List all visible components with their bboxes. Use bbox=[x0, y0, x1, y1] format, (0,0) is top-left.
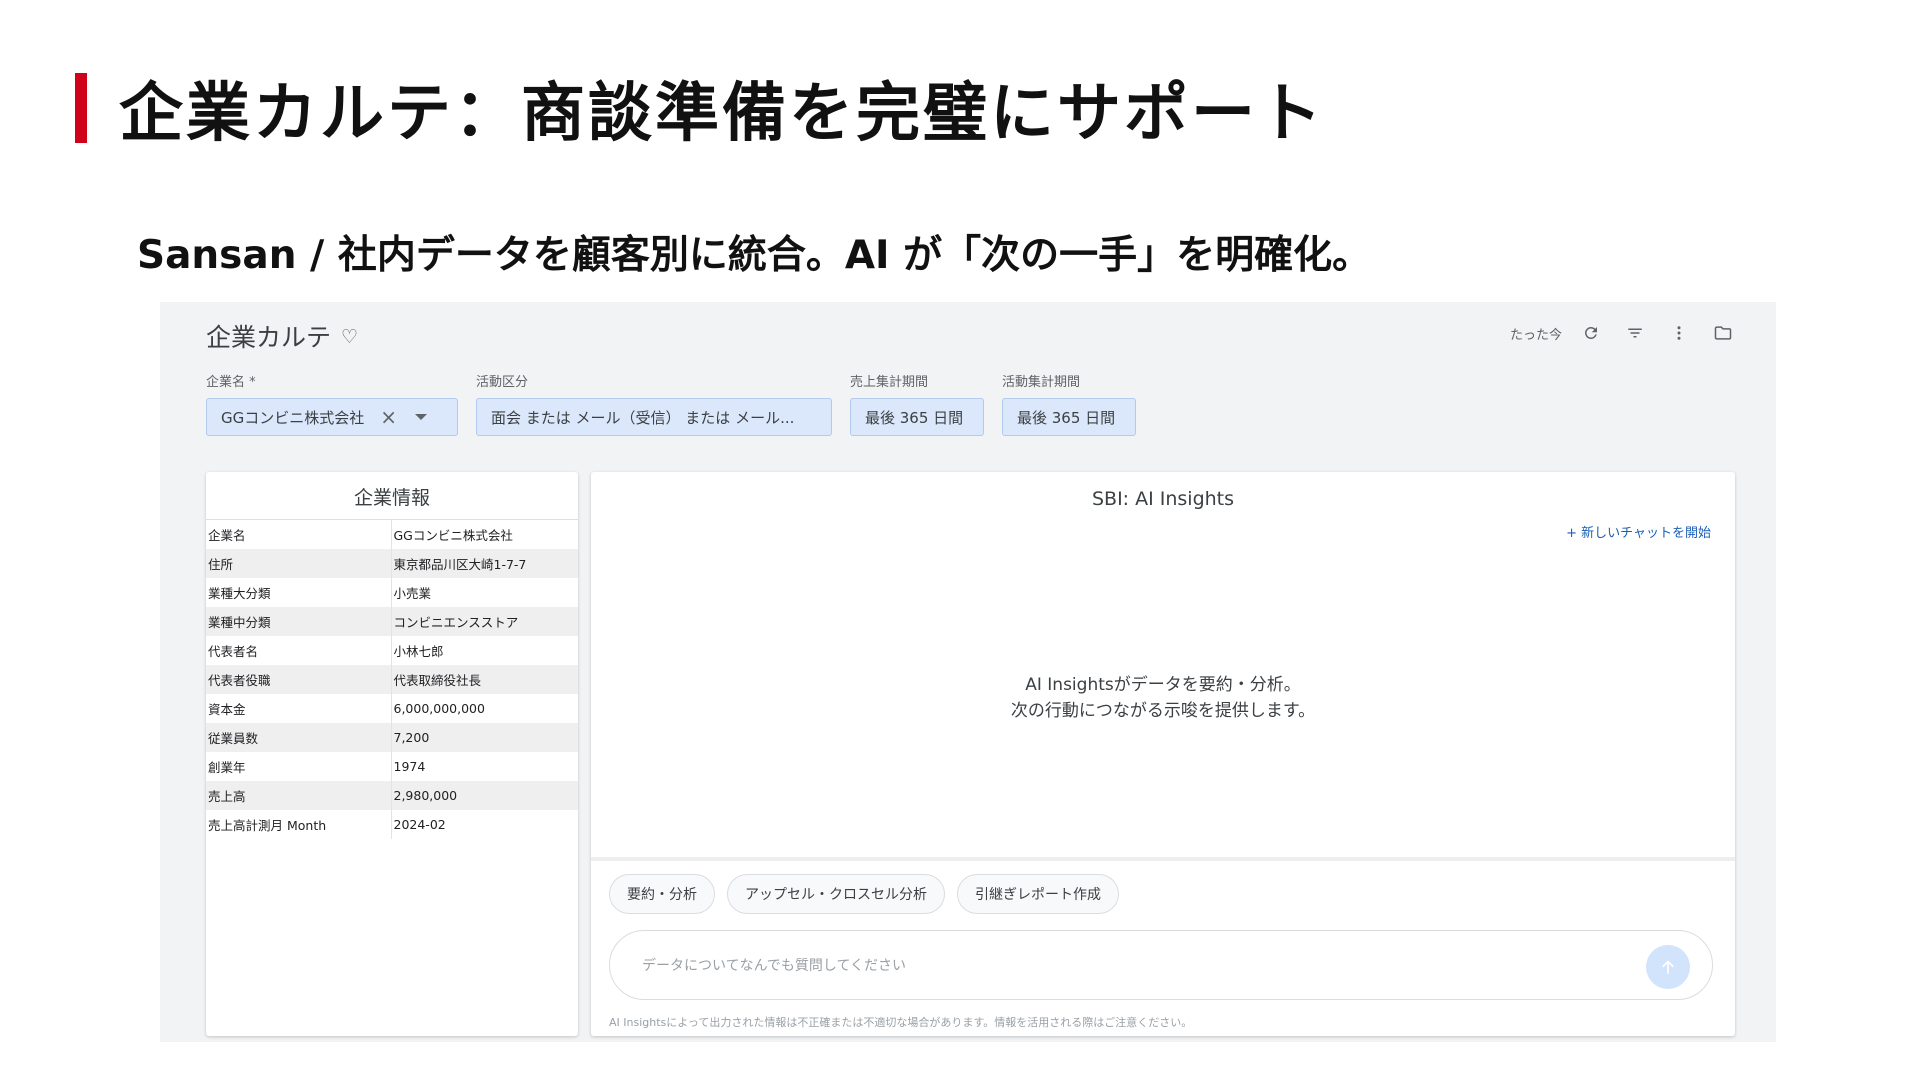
row-key: 従業員数 bbox=[206, 723, 392, 752]
sales-period-filter: 売上集計期間 最後 365 日間 bbox=[850, 375, 984, 436]
chip-upsell-crosssell[interactable]: アップセル・クロスセル分析 bbox=[727, 874, 945, 914]
row-key: 住所 bbox=[206, 549, 392, 578]
company-select-value: GGコンビニ株式会社 bbox=[221, 408, 365, 427]
dashboard-header: 企業カルテ ♡ bbox=[206, 318, 358, 354]
more-vert-icon[interactable] bbox=[1668, 322, 1690, 344]
table-row: 従業員数 7,200 bbox=[206, 723, 578, 752]
row-value: 小林七郎 bbox=[393, 644, 444, 659]
filter-icon[interactable] bbox=[1624, 322, 1646, 344]
activity-filter-label: 活動区分 bbox=[476, 375, 529, 390]
company-filter: 企業名 * GGコンビニ株式会社 × bbox=[206, 375, 458, 436]
company-select[interactable]: GGコンビニ株式会社 × bbox=[206, 398, 458, 436]
activity-select[interactable]: 面会 または メール（受信） または メール... bbox=[476, 398, 832, 436]
table-row: 売上高 2,980,000 bbox=[206, 781, 578, 810]
table-row: 企業名 GGコンビニ株式会社 bbox=[206, 520, 578, 549]
row-value: 7,200 bbox=[391, 723, 578, 752]
chip-handover-report[interactable]: 引継ぎレポート作成 bbox=[957, 874, 1119, 914]
table-row: 業種中分類 コンビニエンスストア bbox=[206, 607, 578, 636]
table-row: 代表者名 小林七郎 bbox=[206, 636, 578, 665]
chat-input-box bbox=[609, 930, 1713, 1000]
row-key: 資本金 bbox=[206, 694, 392, 723]
row-value: 6,000,000,000 bbox=[393, 701, 485, 716]
company-info-title: 企業情報 bbox=[206, 472, 578, 520]
table-row: 業種大分類 小売業 bbox=[206, 578, 578, 607]
arrow-drop-down-icon[interactable] bbox=[415, 414, 428, 420]
activity-period-select[interactable]: 最後 365 日間 bbox=[1002, 398, 1136, 436]
ai-disclaimer: AI Insightsによって出力された情報は不正確または不適切な場合があります… bbox=[609, 1016, 1193, 1029]
dashboard-toolbar: たった今 bbox=[1510, 322, 1734, 344]
arrow-up-icon bbox=[1662, 960, 1674, 974]
table-row: 資本金 6,000,000,000 bbox=[206, 694, 578, 723]
chip-summary-analysis[interactable]: 要約・分析 bbox=[609, 874, 715, 914]
intro-line-2: 次の行動につながる示唆を提供します。 bbox=[1010, 701, 1316, 721]
table-row: 創業年 1974 bbox=[206, 752, 578, 781]
activity-period-value: 最後 365 日間 bbox=[1017, 408, 1116, 427]
row-key: 企業名 bbox=[206, 520, 392, 549]
row-value: 代表取締役社長 bbox=[391, 665, 578, 694]
sales-period-select[interactable]: 最後 365 日間 bbox=[850, 398, 984, 436]
intro-line-1: AI Insightsがデータを要約・分析。 bbox=[1025, 675, 1301, 695]
send-button[interactable] bbox=[1646, 945, 1690, 989]
company-info-table: 企業名 GGコンビニ株式会社 住所 東京都品川区大崎1-7-7 業種大分類 小売業 業… bbox=[206, 520, 578, 839]
chat-input[interactable] bbox=[642, 953, 1622, 979]
row-key: 代表者名 bbox=[206, 636, 392, 665]
row-key: 代表者役職 bbox=[206, 665, 392, 694]
sales-period-label: 売上集計期間 bbox=[850, 375, 929, 390]
activity-select-value: 面会 または メール（受信） または メール... bbox=[491, 408, 795, 427]
refresh-icon[interactable] bbox=[1580, 322, 1602, 344]
row-value: GGコンビニ株式会社 bbox=[393, 528, 513, 543]
row-key: 業種大分類 bbox=[206, 578, 392, 607]
activity-filter: 活動区分 面会 または メール（受信） または メール... bbox=[476, 375, 832, 436]
row-value: 東京都品川区大崎1-7-7 bbox=[391, 549, 578, 578]
ai-insights-title: SBI: AI Insights bbox=[1091, 488, 1235, 510]
filter-bar: 企業名 * GGコンビニ株式会社 × 活動区分 面会 または メール（受信） ま… bbox=[206, 375, 1136, 436]
ai-insights-panel: SBI: AI Insights + 新しいチャットを開始 AI Insight… bbox=[591, 472, 1735, 1036]
table-row: 売上高計測月 Month 2024-02 bbox=[206, 810, 578, 839]
title-accent-bar bbox=[75, 73, 87, 143]
row-value: 小売業 bbox=[393, 586, 432, 601]
row-value: 1974 bbox=[393, 759, 426, 774]
activity-period-label: 活動集計期間 bbox=[1002, 375, 1081, 390]
sales-period-value: 最後 365 日間 bbox=[865, 408, 964, 427]
suggestion-chips: 要約・分析 アップセル・クロスセル分析 引継ぎレポート作成 bbox=[609, 874, 1119, 914]
row-value: 2,980,000 bbox=[391, 781, 578, 810]
row-key: 売上高 bbox=[206, 781, 392, 810]
company-filter-label: 企業名 * bbox=[206, 375, 256, 390]
row-key: 創業年 bbox=[206, 752, 392, 781]
dashboard-title: 企業カルテ bbox=[206, 323, 332, 352]
row-value: コンビニエンスストア bbox=[391, 607, 578, 636]
chat-divider bbox=[591, 857, 1735, 861]
dashboard-screenshot: 企業カルテ ♡ たった今 企業名 * GGコンビニ株式会社 × 活動区分 面会 … bbox=[160, 302, 1776, 1042]
slide-subtitle: Sansan / 社内データを顧客別に統合。AI が「次の一手」を明確化。 bbox=[137, 233, 1372, 278]
company-info-panel: 企業情報 企業名 GGコンビニ株式会社 住所 東京都品川区大崎1-7-7 業種大分類… bbox=[206, 472, 578, 1036]
new-chat-link[interactable]: + 新しいチャットを開始 bbox=[1566, 522, 1711, 541]
slide-title: 企業カルテ：商談準備を完璧にサポート bbox=[119, 77, 1325, 151]
heart-outline-icon[interactable]: ♡ bbox=[341, 326, 358, 348]
row-key: 業種中分類 bbox=[206, 607, 392, 636]
row-value: 2024-02 bbox=[393, 817, 446, 832]
folder-icon[interactable] bbox=[1712, 322, 1734, 344]
activity-period-filter: 活動集計期間 最後 365 日間 bbox=[1002, 375, 1136, 436]
row-key: 売上高計測月 Month bbox=[206, 810, 392, 839]
table-row: 住所 東京都品川区大崎1-7-7 bbox=[206, 549, 578, 578]
table-row: 代表者役職 代表取締役社長 bbox=[206, 665, 578, 694]
close-icon[interactable]: × bbox=[380, 405, 397, 429]
slide-title-bar: 企業カルテ：商談準備を完璧にサポート bbox=[75, 70, 1325, 151]
ai-insights-intro: AI Insightsがデータを要約・分析。 次の行動につながる示唆を提供します… bbox=[591, 672, 1735, 724]
last-updated-label: たった今 bbox=[1509, 327, 1562, 343]
